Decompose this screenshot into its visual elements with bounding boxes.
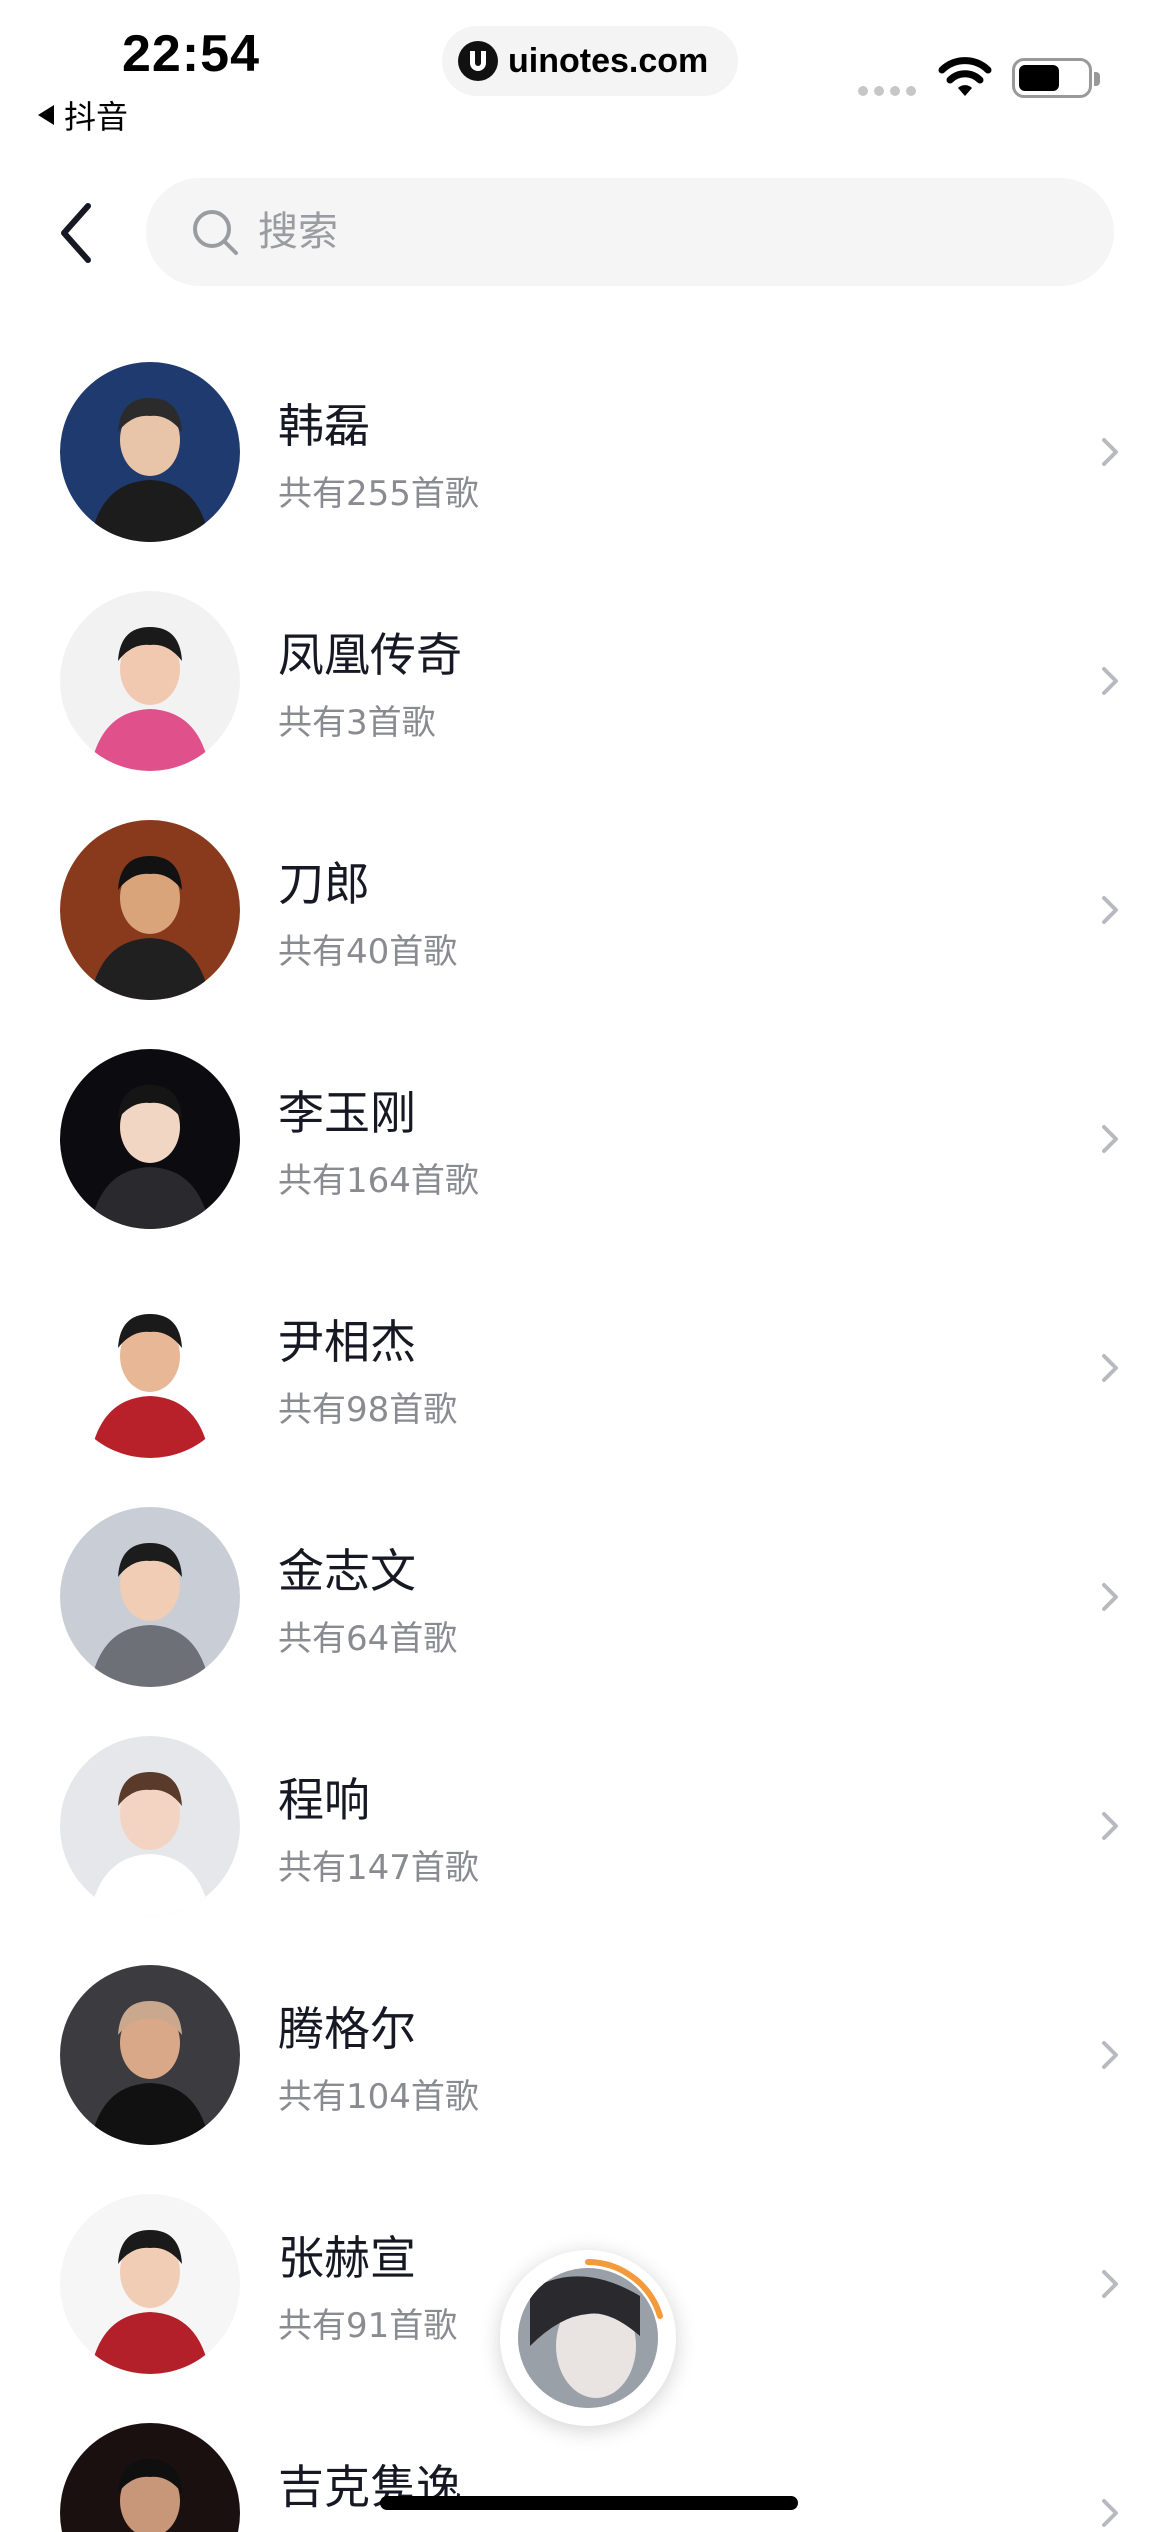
avatar-image (60, 2423, 240, 2532)
url-text: uinotes.com (508, 41, 709, 80)
avatar-image (60, 1049, 240, 1229)
back-app-label: 抖音 (64, 98, 129, 136)
avatar-image (60, 1965, 240, 2145)
chevron-right-icon (1102, 896, 1118, 924)
chevron-right-icon (1102, 1583, 1118, 1611)
artist-avatar (60, 1049, 240, 1229)
artist-row[interactable]: 凤凰传奇 共有3首歌 (0, 569, 1170, 798)
artist-song-count: 共有91首歌 (278, 2306, 458, 2346)
artist-song-count: 共有64首歌 (278, 1619, 458, 1659)
chevron-right-icon (1102, 2270, 1118, 2298)
chevron-right-icon (1102, 2499, 1118, 2527)
avatar-image (60, 1736, 240, 1916)
artist-avatar (60, 591, 240, 771)
chevron-right-icon (1102, 2041, 1118, 2069)
cellular-signal-icon (858, 86, 916, 96)
avatar-image (60, 362, 240, 542)
artist-avatar (60, 1736, 240, 1916)
status-bar: 22:54 抖音 uinotes.com (0, 0, 1170, 150)
artist-name: 凤凰传奇 (278, 628, 462, 682)
artist-avatar (60, 2423, 240, 2532)
artist-row[interactable]: 程响 共有147首歌 (0, 1714, 1170, 1943)
artist-song-count: 共有104首歌 (278, 2077, 479, 2117)
search-bar[interactable] (146, 178, 1114, 286)
artist-name: 金志文 (278, 1544, 416, 1598)
artist-list: 韩磊 共有255首歌 凤凰传奇 共有3首歌 刀郎 共有40首歌 李玉刚 共有16… (0, 340, 1170, 2532)
avatar-image (60, 591, 240, 771)
site-logo-icon (458, 41, 498, 81)
artist-row[interactable]: 尹相杰 共有98首歌 (0, 1256, 1170, 1485)
back-to-app-link[interactable]: 抖音 (38, 92, 128, 138)
chevron-right-icon (1102, 1125, 1118, 1153)
artist-song-count: 共有164首歌 (278, 1161, 479, 1201)
artist-avatar (60, 362, 240, 542)
artist-row[interactable]: 腾格尔 共有104首歌 (0, 1943, 1170, 2172)
back-triangle-icon (38, 105, 54, 125)
music-disc-icon (518, 2259, 663, 2408)
avatar-image (60, 1278, 240, 1458)
artist-avatar (60, 2194, 240, 2374)
wifi-icon (938, 57, 992, 96)
artist-name: 程响 (278, 1773, 370, 1827)
artist-name: 腾格尔 (278, 2002, 416, 2056)
artist-name: 尹相杰 (278, 1315, 416, 1369)
search-input[interactable] (258, 209, 1058, 255)
avatar-image (60, 820, 240, 1000)
music-disc-button[interactable] (500, 2250, 676, 2426)
artist-song-count: 共有147首歌 (278, 1848, 479, 1888)
chevron-right-icon (1102, 1354, 1118, 1382)
artist-avatar (60, 1278, 240, 1458)
artist-song-count: 共有40首歌 (278, 932, 458, 972)
search-icon (193, 210, 238, 255)
avatar-image (60, 2194, 240, 2374)
chevron-right-icon (1102, 667, 1118, 695)
artist-name: 李玉刚 (278, 1086, 416, 1140)
home-indicator[interactable] (380, 2496, 798, 2510)
artist-song-count: 共有3首歌 (278, 703, 436, 743)
artist-row[interactable]: 刀郎 共有40首歌 (0, 798, 1170, 1027)
artist-avatar (60, 820, 240, 1000)
artist-song-count: 共有98首歌 (278, 1390, 458, 1430)
artist-name: 刀郎 (278, 857, 370, 911)
avatar-image (60, 1507, 240, 1687)
artist-row[interactable]: 韩磊 共有255首歌 (0, 340, 1170, 569)
artist-avatar (60, 1965, 240, 2145)
back-chevron-icon[interactable] (52, 198, 102, 268)
chevron-right-icon (1102, 438, 1118, 466)
artist-song-count: 共有255首歌 (278, 474, 479, 514)
artist-avatar (60, 1507, 240, 1687)
url-pill[interactable]: uinotes.com (442, 26, 738, 96)
chevron-right-icon (1102, 1812, 1118, 1840)
artist-name: 韩磊 (278, 399, 370, 453)
artist-name: 张赫宣 (278, 2231, 416, 2285)
artist-row[interactable]: 李玉刚 共有164首歌 (0, 1027, 1170, 1256)
status-time: 22:54 (122, 25, 260, 83)
artist-row[interactable]: 金志文 共有64首歌 (0, 1485, 1170, 1714)
battery-icon (1012, 58, 1100, 98)
